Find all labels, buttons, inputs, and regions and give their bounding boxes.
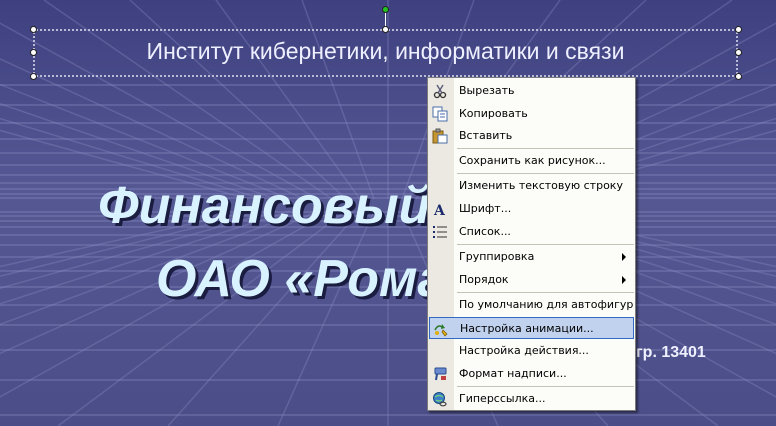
menu-separator <box>457 244 634 245</box>
menu-item-label: Копировать <box>459 107 528 120</box>
submenu-arrow-icon <box>622 276 626 284</box>
menu-item-format-textbox[interactable]: Формат надписи... <box>429 363 634 385</box>
context-menu: Вырезать Копировать Вставить Сохранить к… <box>427 77 636 411</box>
resize-handle-top[interactable] <box>382 26 389 33</box>
menu-item-label: Сохранить как рисунок... <box>459 154 606 167</box>
menu-item-label: Формат надписи... <box>459 367 567 380</box>
menu-item-label: Изменить текстовую строку <box>459 179 623 192</box>
menu-separator <box>457 173 634 174</box>
menu-item-label: Настройка анимации... <box>460 322 594 335</box>
resize-handle-top-right[interactable] <box>735 26 742 33</box>
menu-item-grouping[interactable]: Группировка <box>429 246 634 268</box>
menu-item-cut[interactable]: Вырезать <box>429 80 634 102</box>
grid-line <box>0 210 249 268</box>
menu-item-label: Шрифт... <box>459 202 512 215</box>
grid-line <box>277 210 375 426</box>
menu-item-action-settings[interactable]: Настройка действия... <box>429 340 634 362</box>
menu-item-save-as-picture[interactable]: Сохранить как рисунок... <box>429 150 634 172</box>
grid-line <box>0 210 277 290</box>
slide-canvas[interactable]: Институт кибернетики, информатики и связ… <box>0 0 776 426</box>
menu-item-label: Вырезать <box>459 84 515 97</box>
font-icon: A <box>432 201 448 219</box>
svg-text:A: A <box>433 203 446 217</box>
grid-line <box>0 210 263 277</box>
menu-item-copy[interactable]: Копировать <box>429 103 634 125</box>
menu-item-hyperlink[interactable]: Гиперссылка... <box>429 388 634 410</box>
list-icon <box>432 224 448 240</box>
menu-separator <box>457 386 634 387</box>
hyperlink-icon <box>432 391 448 407</box>
submenu-arrow-icon <box>622 253 626 261</box>
menu-item-label: Группировка <box>459 250 535 263</box>
grid-line <box>0 210 333 398</box>
author-text[interactable]: гр. 13401 <box>636 344 706 362</box>
menu-item-font[interactable]: A Шрифт... <box>429 198 634 220</box>
menu-item-autoshape-default[interactable]: По умолчанию для автофигур <box>429 294 634 316</box>
menu-item-label: Настройка действия... <box>459 344 589 357</box>
menu-separator <box>457 148 634 149</box>
copy-icon <box>432 106 448 122</box>
menu-separator <box>457 292 634 293</box>
resize-handle-top-left[interactable] <box>30 26 37 33</box>
grid-line <box>167 210 361 426</box>
rotation-handle[interactable] <box>382 6 389 13</box>
menu-item-label: Список... <box>459 225 511 238</box>
resize-handle-bottom-right[interactable] <box>735 73 742 80</box>
menu-item-label: Гиперссылка... <box>459 392 546 405</box>
menu-item-paste[interactable]: Вставить <box>429 125 634 147</box>
menu-item-label: По умолчанию для автофигур <box>459 298 634 311</box>
animation-icon <box>433 321 449 337</box>
paste-icon <box>432 128 448 144</box>
menu-item-label: Вставить <box>459 129 513 142</box>
menu-item-order[interactable]: Порядок <box>429 269 634 291</box>
menu-item-list[interactable]: Список... <box>429 221 634 243</box>
format-icon <box>432 366 448 382</box>
menu-item-label: Порядок <box>459 273 509 286</box>
grid-line <box>0 210 305 326</box>
menu-item-edit-text[interactable]: Изменить текстовую строку <box>429 175 634 197</box>
resize-handle-bottom-left[interactable] <box>30 73 37 80</box>
scissors-icon <box>432 83 448 99</box>
menu-item-custom-animation[interactable]: Настройка анимации... <box>429 317 634 339</box>
slide-title-text[interactable]: Институт кибернетики, информатики и связ… <box>33 38 738 65</box>
